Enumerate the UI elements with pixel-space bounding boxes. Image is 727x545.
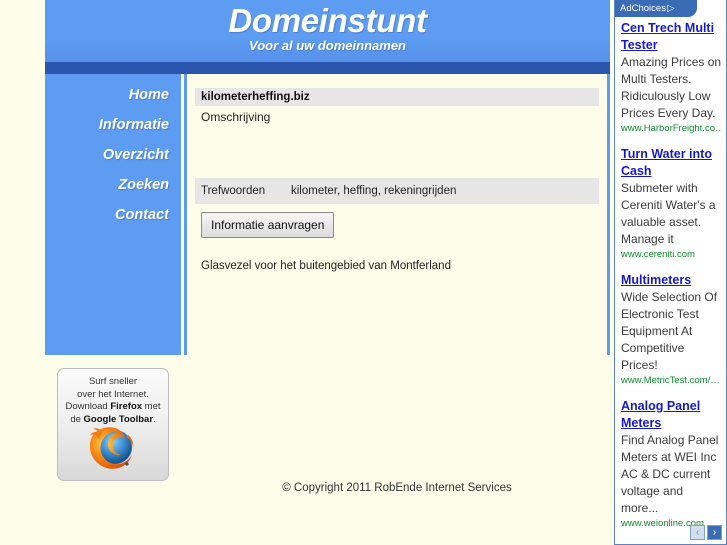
firefox-banner-text: Surf sneller over het Internet. Download… [58,369,168,426]
copyright-text: © Copyright 2011 RobEnde Internet Servic… [282,482,512,494]
ad-title-link[interactable]: Cen Trech Multi Tester [621,20,722,54]
site-tagline: Voor al uw domeinnamen [249,38,406,53]
firefox-logo-wrap [58,422,168,476]
ad-display-url: www.HarborFreight.co… [621,123,722,134]
description-label: Omschrijving [201,110,271,124]
ad-unit: Cen Trech Multi Tester Amazing Prices on… [621,20,722,136]
firefox-toolbar-banner[interactable]: Surf sneller over het Internet. Download… [57,368,169,481]
site-title: Domeinstunt [228,2,427,39]
ad-unit: Turn Water into Cash Submeter with Ceren… [621,146,722,262]
adchoices-label: AdChoices [620,3,666,15]
request-information-button[interactable]: Informatie aanvragen [201,212,335,238]
ad-title-link[interactable]: Multimeters [621,272,722,289]
nav-item-informatie[interactable]: Informatie [45,110,181,140]
ad-list: Cen Trech Multi Tester Amazing Prices on… [615,20,727,541]
promo-note: Glasvezel voor het buitengebied van Mont… [201,260,451,272]
ad-body-text: Submeter with Cereniti Water's a valuabl… [621,181,716,246]
ad-title-link[interactable]: Analog Panel Meters [621,398,722,432]
site-header: Domeinstunt Voor al uw domeinnamen [45,0,610,74]
ad-title-link[interactable]: Turn Water into Cash [621,146,722,180]
advertisement-sidebar: AdChoices▷ Cen Trech Multi Tester Amazin… [614,0,727,545]
ad-next-button[interactable]: › [707,525,722,540]
domain-name-heading: kilometerheffing.biz [195,88,599,106]
ad-display-url: www.cereniti.com [621,249,695,260]
ad-body-text: Wide Selection Of Electronic Test Equipm… [621,290,718,372]
main-content-panel: kilometerheffing.biz Omschrijving Trefwo… [184,74,610,355]
header-bottom-bar [45,62,610,74]
keywords-row: Trefwoorden kilometer, heffing, rekening… [195,178,599,204]
keywords-value: kilometer, heffing, rekeningrijden [291,185,457,197]
ad-body-text: Amazing Prices on Multi Testers. Ridicul… [621,55,722,120]
ad-display-url: www.MetricTest.com/… [621,375,720,386]
description-body-empty [195,124,599,178]
firefox-banner-line2: over het Internet. [77,388,149,400]
page-root: Domeinstunt Voor al uw domeinnamen Home … [0,0,727,545]
firefox-banner-line1: Surf sneller [88,376,138,387]
request-button-row: Informatie aanvragen [195,204,599,238]
ad-unit: Multimeters Wide Selection Of Electronic… [621,272,722,388]
nav-item-zoeken[interactable]: Zoeken [45,170,181,200]
firefox-banner-line3-post: met [142,401,161,412]
firefox-brand-label: Firefox [110,401,143,412]
nav-item-overzicht[interactable]: Overzicht [45,140,181,170]
nav-item-contact[interactable]: Contact [45,200,181,230]
ad-body-text: Find Analog Panel Meters at WEI Inc AC &… [621,433,719,515]
keywords-label: Trefwoorden [201,185,266,197]
firefox-banner-line3-pre: Download [65,401,111,412]
ad-unit: Analog Panel Meters Find Analog Panel Me… [621,398,722,531]
ad-prev-button[interactable]: ‹ [690,525,705,540]
nav-item-home[interactable]: Home [45,80,181,110]
main-navigation: Home Informatie Overzicht Zoeken Contact [45,74,181,355]
ad-pagination: ‹ › [690,525,722,540]
adchoices-button[interactable]: AdChoices▷ [615,0,697,17]
adchoices-triangle-icon: ▷ [666,3,675,14]
firefox-logo-icon [89,427,134,469]
